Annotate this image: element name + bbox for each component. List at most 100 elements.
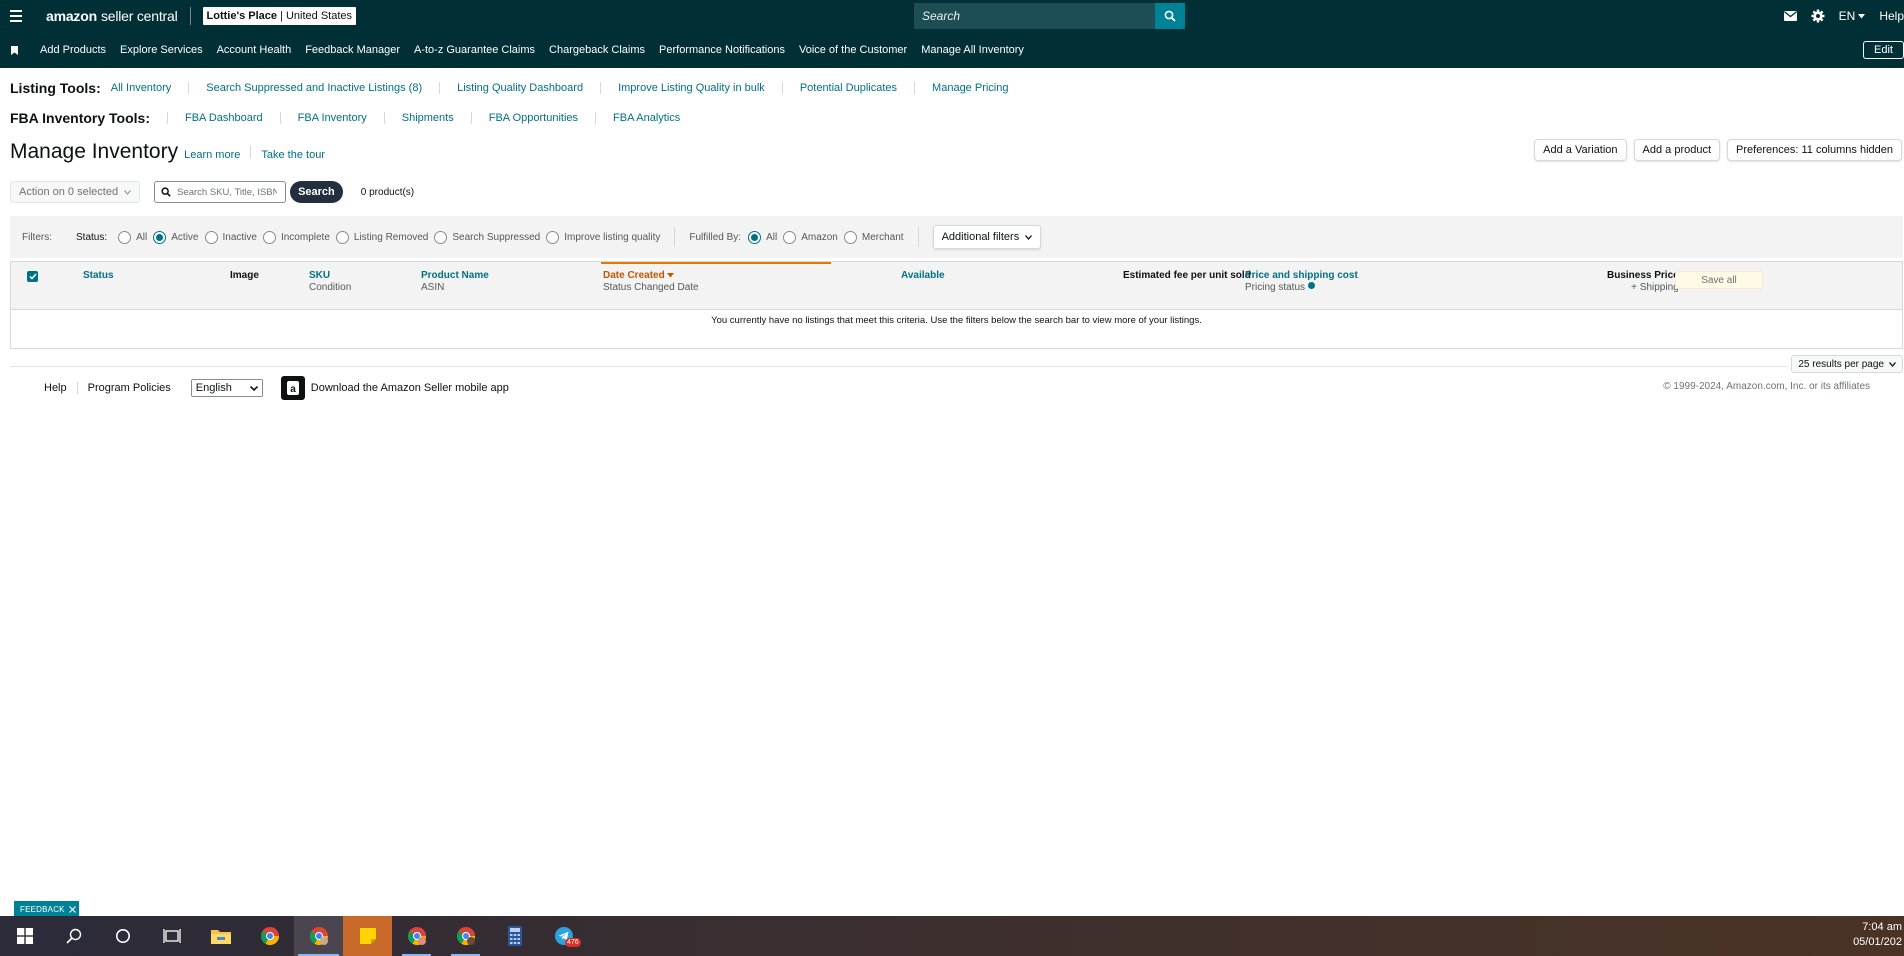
take-tour-link[interactable]: Take the tour (261, 149, 325, 161)
store-separator: | (277, 10, 286, 22)
sort-down-icon (667, 273, 675, 278)
info-icon[interactable] (1307, 282, 1315, 289)
mail-icon[interactable] (1783, 11, 1797, 21)
link-fba-opportunities[interactable]: FBA Opportunities (470, 112, 595, 124)
edit-nav-button[interactable]: Edit (1863, 41, 1904, 59)
column-date-created[interactable]: Date Created Status Changed Date (603, 270, 699, 294)
language-selector[interactable]: EN (1839, 9, 1866, 23)
brand-bold: amazon (46, 8, 97, 24)
seller-central-logo[interactable]: amazon seller central (46, 8, 178, 24)
column-business-price: Business Price + Shipping (1607, 270, 1679, 294)
footer-help-link[interactable]: Help (44, 382, 77, 394)
help-link[interactable]: Help (1879, 9, 1904, 23)
chrome-profile-icon[interactable] (441, 916, 490, 956)
column-status[interactable]: Status (83, 270, 114, 282)
taskbar-search-icon[interactable] (49, 916, 98, 956)
global-search-input[interactable] (914, 3, 1155, 29)
clock-date: 05/01/202 (1853, 936, 1902, 948)
bookmark-icon[interactable] (0, 45, 28, 55)
page-title-row: Manage Inventory Learn more Take the tou… (10, 140, 325, 164)
additional-filters-button[interactable]: Additional filters (932, 225, 1042, 249)
telegram-icon[interactable]: 476 (539, 916, 588, 956)
link-shipments[interactable]: Shipments (383, 112, 471, 124)
status-radio-search-suppressed[interactable] (434, 230, 448, 244)
close-icon[interactable] (68, 905, 76, 913)
save-all-button[interactable]: Save all (1675, 271, 1763, 289)
add-variation-button[interactable]: Add a Variation (1534, 139, 1627, 161)
link-search-suppressed[interactable]: Search Suppressed and Inactive Listings … (188, 82, 439, 94)
global-search-button[interactable] (1155, 3, 1185, 29)
calculator-icon[interactable] (490, 916, 539, 956)
status-radio-incomplete[interactable] (262, 230, 276, 244)
nav-account-health[interactable]: Account Health (217, 44, 292, 56)
status-radio-listing-removed[interactable] (335, 230, 349, 244)
footer-language-select[interactable]: English (190, 379, 263, 397)
nav-chargeback-claims[interactable]: Chargeback Claims (549, 44, 645, 56)
nav-manage-all-inventory[interactable]: Manage All Inventory (921, 44, 1024, 56)
nav-a-to-z-claims[interactable]: A-to-z Guarantee Claims (414, 44, 535, 56)
column-image-label: Image (230, 270, 259, 281)
link-manage-pricing[interactable]: Manage Pricing (914, 82, 1025, 94)
nav-add-products[interactable]: Add Products (40, 44, 106, 56)
download-app-label: Download the Amazon Seller mobile app (310, 382, 509, 394)
system-clock[interactable]: 7:04 am 05/01/202 (1853, 920, 1902, 950)
nav-voice-of-customer[interactable]: Voice of the Customer (799, 44, 907, 56)
fulfilled-option-label: Amazon (801, 231, 838, 243)
link-all-inventory[interactable]: All Inventory (111, 82, 189, 94)
footer-divider (10, 366, 1788, 367)
column-price-shipping[interactable]: Price and shipping cost Pricing status (1245, 270, 1358, 294)
preferences-button[interactable]: Preferences: 11 columns hidden (1727, 139, 1902, 161)
inventory-table: Status Image SKU Condition Product Name … (10, 261, 1903, 349)
windows-start-icon[interactable] (0, 916, 49, 956)
fulfilled-radio-all[interactable] (748, 230, 762, 244)
bulk-action-dropdown[interactable]: Action on 0 selected (10, 181, 141, 203)
store-name: Lottie's Place (206, 10, 277, 22)
top-header: amazon seller central Lottie's Place | U… (0, 0, 1904, 32)
link-fba-inventory[interactable]: FBA Inventory (279, 112, 384, 124)
inventory-search-button[interactable]: Search (290, 181, 343, 203)
status-radio-all[interactable] (118, 230, 132, 244)
chrome-profile-active-icon[interactable] (294, 916, 343, 956)
bookmark-nav-bar: Add Products Explore Services Account He… (0, 32, 1904, 68)
chevron-down-icon (124, 189, 131, 195)
link-fba-dashboard[interactable]: FBA Dashboard (167, 112, 280, 124)
nav-feedback-manager[interactable]: Feedback Manager (305, 44, 400, 56)
chrome-icon[interactable] (245, 916, 294, 956)
pricing-status-row: Pricing status (1245, 282, 1358, 294)
chrome-profile-icon[interactable] (392, 916, 441, 956)
fulfilled-radio-amazon[interactable] (783, 230, 797, 244)
add-product-button[interactable]: Add a product (1633, 139, 1721, 161)
sku-search-input[interactable] (177, 186, 278, 198)
column-sku[interactable]: SKU Condition (309, 270, 351, 294)
task-view-icon[interactable] (147, 916, 196, 956)
chevron-down-icon (1025, 234, 1033, 240)
nav-performance-notifications[interactable]: Performance Notifications (659, 44, 785, 56)
status-filter-group: Status: All Active Inactive Incomplete L… (76, 230, 661, 244)
link-listing-quality-dashboard[interactable]: Listing Quality Dashboard (439, 82, 600, 94)
link-potential-duplicates[interactable]: Potential Duplicates (781, 82, 914, 94)
nav-explore-services[interactable]: Explore Services (120, 44, 203, 56)
column-available[interactable]: Available (901, 270, 945, 282)
fulfilled-radio-merchant[interactable] (843, 230, 857, 244)
cortana-icon[interactable] (98, 916, 147, 956)
results-per-page-dropdown[interactable]: 25 results per page (1791, 355, 1903, 373)
status-radio-improve-quality[interactable] (546, 230, 560, 244)
file-explorer-icon[interactable] (196, 916, 245, 956)
column-product-name[interactable]: Product Name ASIN (421, 270, 489, 294)
link-improve-listing-quality[interactable]: Improve Listing Quality in bulk (600, 82, 782, 94)
store-switcher[interactable]: Lottie's Place | United States (202, 7, 357, 25)
chevron-down-icon (1889, 361, 1896, 367)
gear-icon[interactable] (1811, 9, 1825, 23)
sticky-notes-icon[interactable] (343, 916, 392, 956)
learn-more-link[interactable]: Learn more (184, 149, 240, 161)
select-all-checkbox[interactable] (27, 271, 38, 282)
download-app-link[interactable]: a Download the Amazon Seller mobile app (280, 376, 509, 400)
footer-program-policies-link[interactable]: Program Policies (76, 382, 181, 394)
feedback-tab[interactable]: FEEDBACK (14, 901, 79, 917)
clock-time: 7:04 am (1862, 921, 1902, 933)
hamburger-menu-icon[interactable] (2, 0, 30, 32)
link-fba-analytics[interactable]: FBA Analytics (595, 112, 697, 124)
status-option-label: Improve listing quality (564, 231, 661, 243)
status-radio-active[interactable] (153, 230, 167, 244)
status-radio-inactive[interactable] (204, 230, 218, 244)
